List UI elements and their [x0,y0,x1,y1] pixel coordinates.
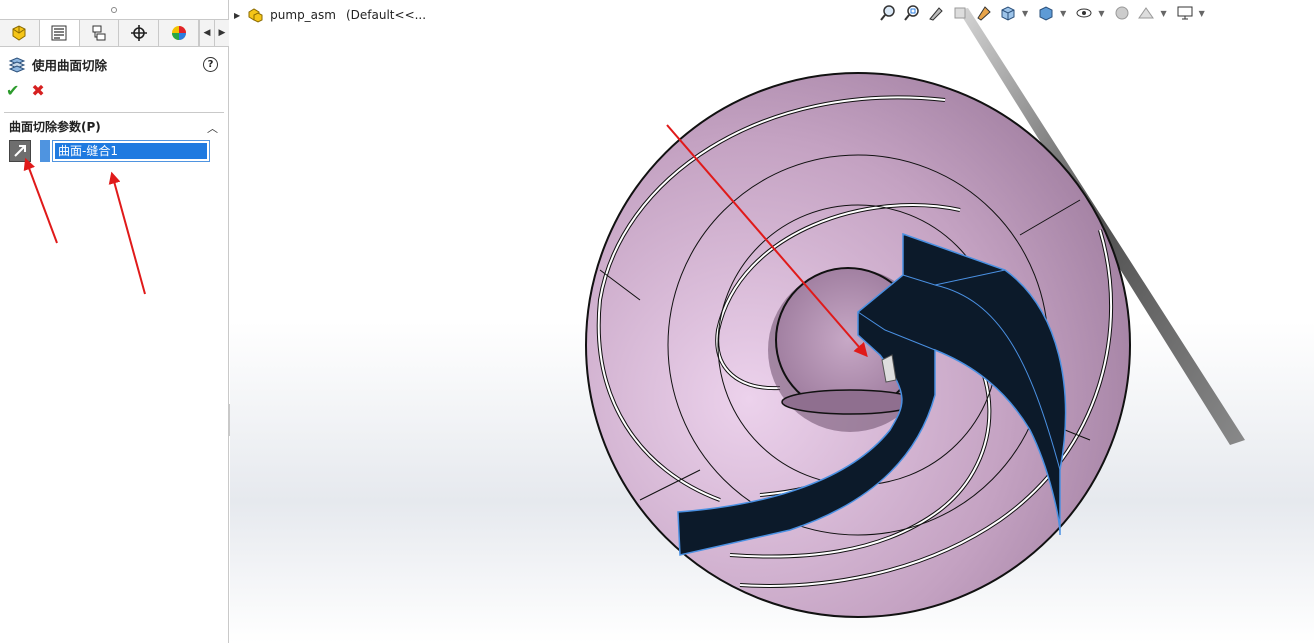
configuration-name: (Default<<... [345,8,427,22]
dynamic-annotation-button[interactable] [974,3,994,23]
dropdown-arrow-icon[interactable]: ▼ [1199,9,1205,18]
expand-caret-icon[interactable]: ▶ [234,11,240,20]
zoom-to-fit-icon [880,5,895,21]
dropdown-arrow-icon[interactable]: ▼ [1160,9,1166,18]
previous-view-icon [929,7,943,21]
heads-up-view-toolbar: ▼ ▼ ▼ ▼ ▼ [878,3,1209,23]
assembly-name: pump_asm [270,8,336,22]
section-view-icon [954,7,966,19]
assembly-icon [248,8,263,23]
hide-show-items-icon [1076,8,1092,18]
apply-scene-icon [1138,7,1155,19]
view-orientation-button[interactable] [998,3,1018,23]
display-style-icon [1039,6,1053,21]
dropdown-arrow-icon[interactable]: ▼ [1098,9,1104,18]
annotation-arrow [108,171,146,295]
view-settings-icon [1177,6,1193,20]
dynamic-annotation-icon [977,6,991,21]
zoom-to-fit-button[interactable] [878,3,898,23]
property-manager-panel: ◀ ▶ 使用曲面切除 ? ✔ ✖ 曲面切除参数(P) ︿ 曲面-缝合1 [0,0,229,643]
edit-appearance-icon [1115,6,1129,20]
impeller-model[interactable] [230,0,1314,643]
annotation-arrow [23,157,58,244]
zoom-area-icon [904,5,919,21]
section-view-button[interactable] [950,3,970,23]
panel-annotation-arrows [23,157,146,295]
view-orientation-icon [1001,6,1015,21]
previous-view-button[interactable] [926,3,946,23]
dropdown-arrow-icon[interactable]: ▼ [1060,9,1066,18]
dropdown-arrow-icon[interactable]: ▼ [1022,9,1028,18]
zoom-area-button[interactable] [902,3,922,23]
graphics-viewport[interactable]: ▶ pump_asm (Default<<... ▼ ▼ ▼ ▼ ▼ [230,0,1314,643]
view-settings-button[interactable] [1175,3,1195,23]
apply-scene-button[interactable] [1136,3,1156,23]
edit-appearance-button[interactable] [1112,3,1132,23]
display-style-button[interactable] [1036,3,1056,23]
hide-show-items-button[interactable] [1074,3,1094,23]
feature-tree-flyout[interactable]: ▶ pump_asm (Default<<... [234,6,426,24]
